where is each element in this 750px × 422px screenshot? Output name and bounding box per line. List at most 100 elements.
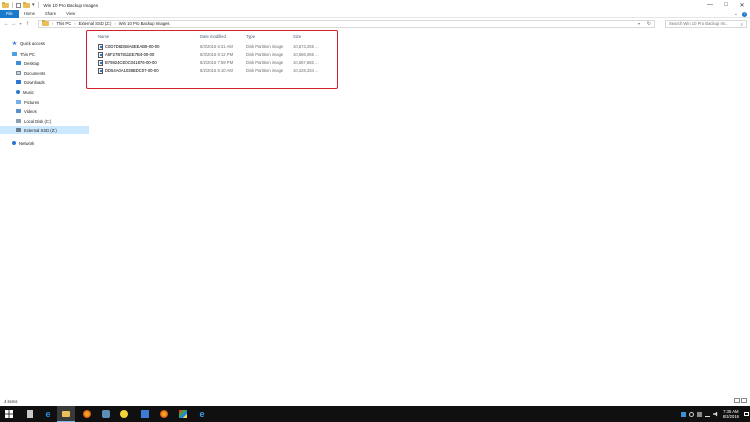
table-row[interactable]: DD54A0A1038BDC07-00-00 8/2/2016 6:10 AM …: [97, 67, 332, 74]
nav-external-ssd[interactable]: External SSD (Z:): [0, 126, 89, 134]
address-row: ← → ▾ ↑ › This PC › External SSD (Z:) › …: [0, 18, 750, 29]
tray-display-icon[interactable]: [697, 411, 703, 417]
file-type: Disk Partition image: [246, 44, 284, 49]
taskbar-smiley-app[interactable]: [115, 406, 133, 422]
chevron-right-icon[interactable]: ›: [52, 21, 53, 26]
disk-icon: [16, 119, 21, 123]
toolbar-separator: [37, 2, 39, 8]
taskbar-edge[interactable]: e: [39, 406, 57, 422]
chevron-right-icon[interactable]: ›: [114, 21, 115, 26]
nav-this-pc[interactable]: This PC: [0, 50, 89, 58]
nav-documents[interactable]: Documents: [0, 69, 89, 77]
column-header-size[interactable]: Size: [293, 34, 301, 39]
tab-view[interactable]: View: [61, 10, 80, 18]
properties-icon[interactable]: [16, 2, 21, 8]
maximize-button[interactable]: □: [718, 0, 734, 10]
column-header-name[interactable]: Name: [98, 34, 109, 39]
back-arrow-icon[interactable]: ←: [3, 21, 10, 27]
nav-label: Desktop: [24, 60, 40, 66]
recent-locations-icon[interactable]: ▾: [17, 21, 24, 26]
nav-pictures[interactable]: Pictures: [0, 98, 89, 106]
nav-videos[interactable]: Videos: [0, 107, 89, 115]
forward-arrow-icon[interactable]: →: [10, 21, 17, 27]
breadcrumb-this-pc[interactable]: This PC: [56, 21, 71, 26]
item-count: 4 items: [4, 398, 18, 404]
desktop-icon: [16, 61, 21, 65]
taskbar-firefox[interactable]: [78, 406, 96, 422]
file-size: 10,566,066 ...: [293, 52, 319, 57]
tab-file[interactable]: File: [0, 9, 19, 18]
status-bar: 4 items: [0, 396, 750, 406]
nav-network[interactable]: Network: [0, 139, 89, 147]
tab-share[interactable]: Share: [40, 10, 61, 18]
volume-icon[interactable]: [713, 411, 718, 417]
chevron-right-icon[interactable]: ›: [74, 21, 75, 26]
search-box[interactable]: ⌕: [665, 19, 747, 28]
photos-icon: [141, 410, 149, 418]
nav-label: This PC: [20, 51, 35, 57]
file-date: 8/3/2016 9:12 PM: [200, 52, 234, 57]
table-row[interactable]: A6F27B7811EE7B4-00-00 8/3/2016 9:12 PM D…: [97, 51, 332, 58]
tray-app-icon[interactable]: [681, 411, 687, 417]
new-folder-icon[interactable]: [23, 1, 30, 8]
address-bar[interactable]: › This PC › External SSD (Z:) › Win 10 P…: [38, 19, 655, 28]
file-type: Disk Partition image: [246, 60, 284, 65]
file-date: 8/2/2016 7:59 PM: [200, 60, 234, 65]
settings-icon: [102, 410, 110, 418]
disk-image-file-icon: [98, 51, 103, 58]
nav-label: Local Disk (C:): [24, 118, 52, 124]
file-name: DD54A0A1038BDC07-00-00: [105, 68, 159, 73]
file-name: B79824CE0C041876-00-00: [105, 60, 157, 65]
tray-sync-icon[interactable]: [689, 411, 695, 417]
start-button[interactable]: [0, 406, 18, 422]
table-row[interactable]: C0D7D6D58A6EEAB9-00-00 8/3/2016 6:31 AM …: [97, 43, 332, 50]
navigation-pane: Quick access This PC Desktop Documents D…: [0, 32, 90, 392]
help-icon[interactable]: ?: [742, 11, 747, 17]
nav-label: Downloads: [24, 79, 45, 85]
search-input[interactable]: [669, 21, 737, 26]
taskbar-color-app[interactable]: [174, 406, 192, 422]
computer-icon: [12, 52, 17, 56]
nav-music[interactable]: Music: [0, 88, 89, 96]
file-size: 10,573,255 ...: [293, 44, 319, 49]
customize-toolbar-icon[interactable]: ▾: [32, 2, 35, 8]
search-icon[interactable]: ⌕: [740, 22, 743, 27]
breadcrumb-backup-images[interactable]: Win 10 Pro Backup Images: [119, 21, 170, 26]
nav-downloads[interactable]: Downloads: [0, 78, 89, 86]
tab-home[interactable]: Home: [19, 10, 40, 18]
details-view-icon[interactable]: [734, 398, 740, 403]
file-explorer-icon: [62, 410, 70, 417]
file-name: C0D7D6D58A6EEAB9-00-00: [105, 44, 160, 49]
calculator-icon: [27, 410, 33, 418]
ie-icon: e: [199, 409, 205, 419]
breadcrumb-external-ssd[interactable]: External SSD (Z:): [79, 21, 112, 26]
large-icons-view-icon[interactable]: [741, 398, 747, 403]
column-header-type[interactable]: Type: [246, 34, 255, 39]
network-icon: [12, 141, 16, 145]
system-tray: 7:35 AM 8/3/2016: [680, 406, 750, 422]
edge-icon: e: [45, 409, 51, 419]
clock[interactable]: 7:35 AM 8/3/2016: [723, 409, 739, 419]
nav-desktop[interactable]: Desktop: [0, 59, 89, 67]
taskbar-firefox-2[interactable]: [155, 406, 173, 422]
column-header-date[interactable]: Date modified: [200, 34, 226, 39]
taskbar-calculator[interactable]: [21, 406, 39, 422]
action-center-button[interactable]: [742, 406, 750, 422]
refresh-icon[interactable]: ↻: [647, 21, 651, 27]
table-row[interactable]: B79824CE0C041876-00-00 8/2/2016 7:59 PM …: [97, 59, 332, 66]
nav-quick-access[interactable]: Quick access: [0, 39, 89, 47]
view-toggle: [734, 398, 747, 403]
network-tray-icon[interactable]: [705, 412, 711, 417]
taskbar-settings[interactable]: [97, 406, 115, 422]
minimize-button[interactable]: —: [702, 0, 718, 10]
taskbar-file-explorer[interactable]: [57, 406, 75, 422]
close-button[interactable]: ✕: [734, 0, 750, 10]
address-dropdown-icon[interactable]: ▾: [638, 21, 640, 26]
chevron-down-icon[interactable]: ⌄: [734, 11, 738, 17]
up-arrow-icon[interactable]: ↑: [24, 21, 31, 27]
downloads-icon: [16, 80, 21, 84]
taskbar-ie[interactable]: e: [193, 406, 211, 422]
documents-icon: [16, 71, 21, 75]
taskbar-photos[interactable]: [136, 406, 154, 422]
nav-local-disk[interactable]: Local Disk (C:): [0, 117, 89, 125]
